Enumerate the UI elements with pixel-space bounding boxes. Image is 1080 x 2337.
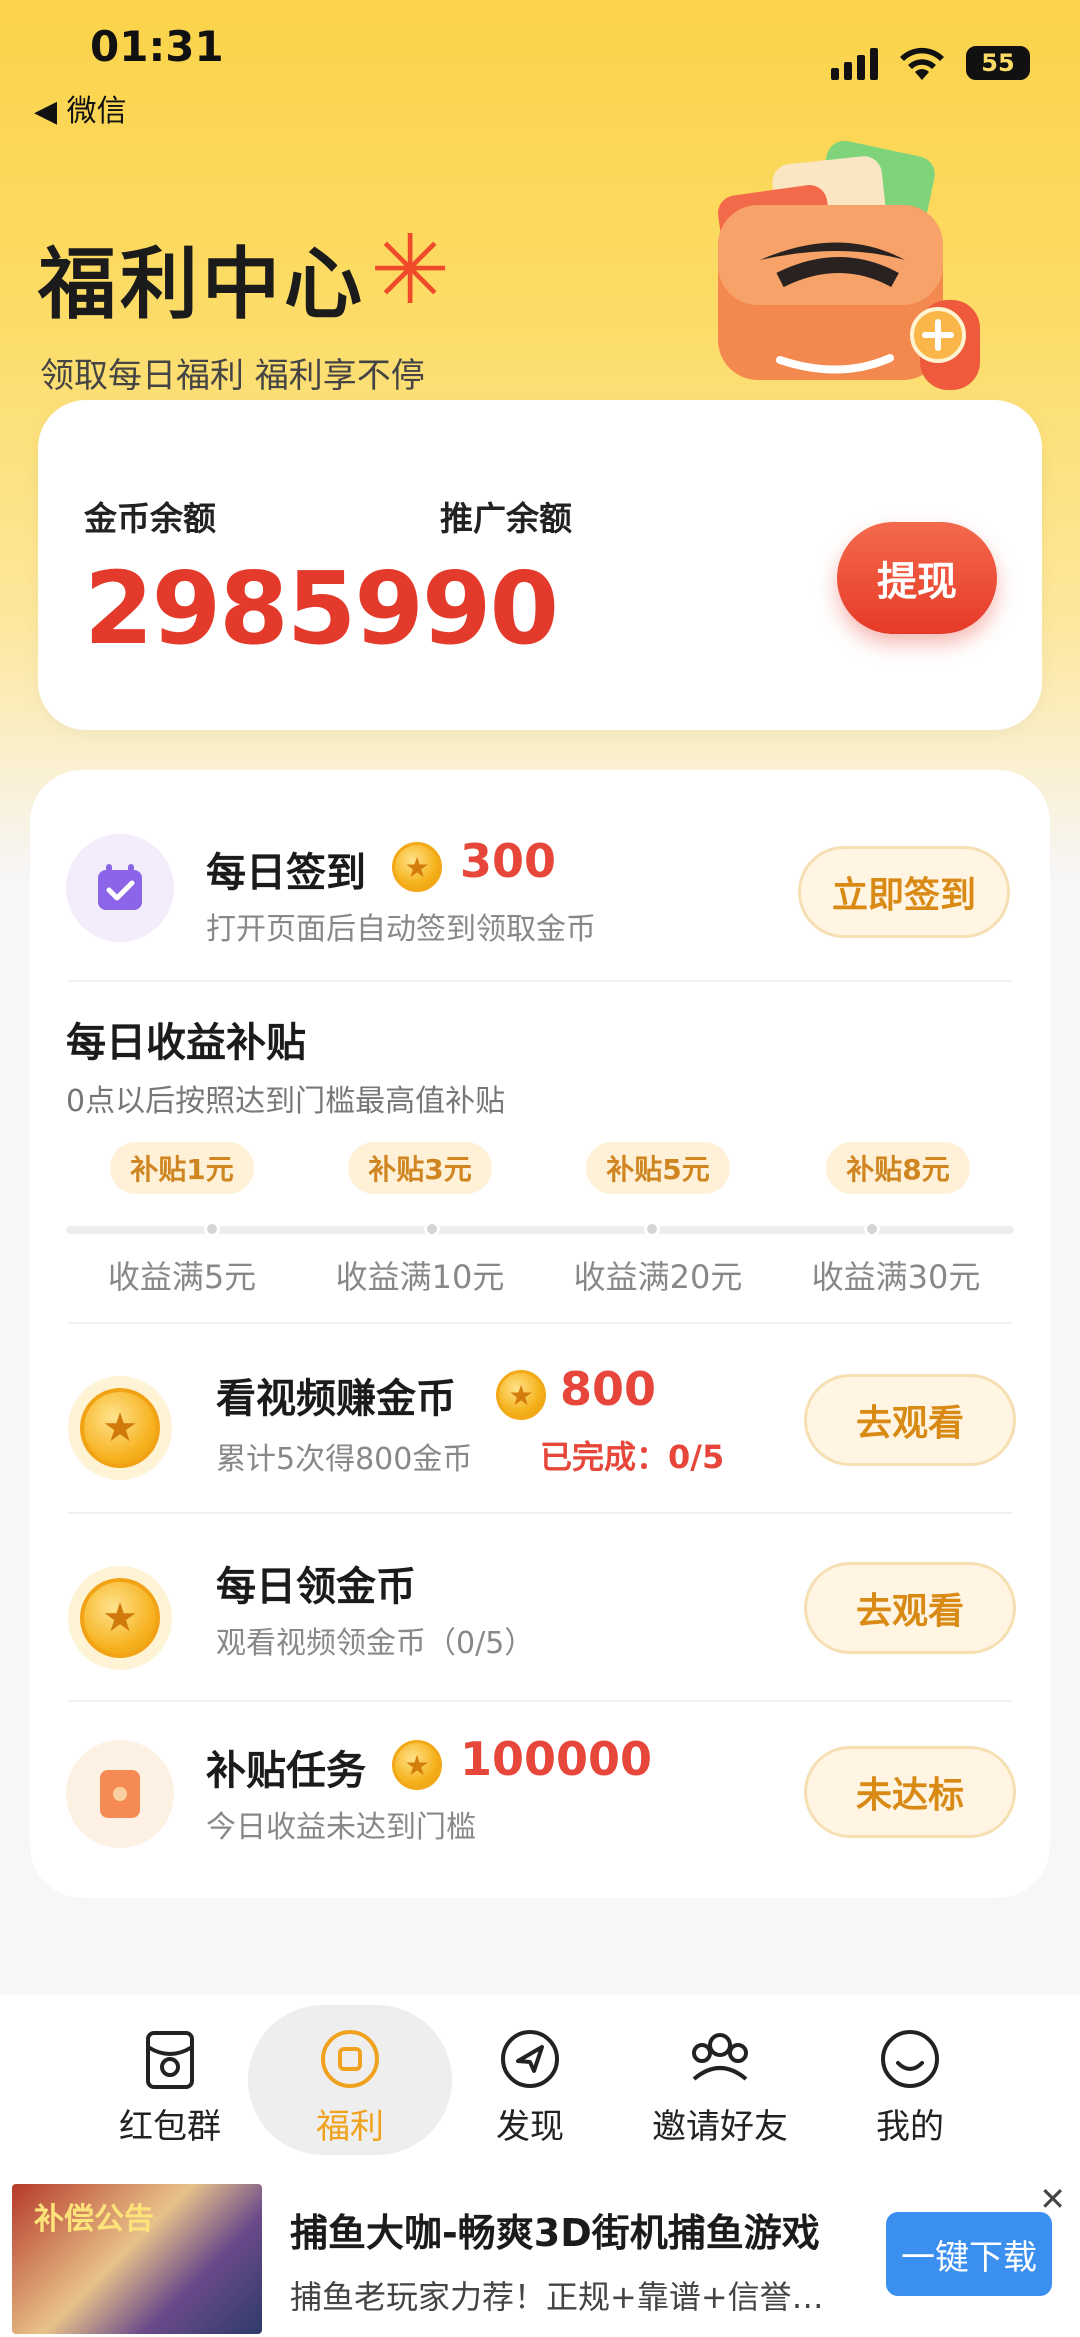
ad-banner[interactable]: 补偿公告 捕鱼大咖-畅爽3D街机捕鱼游戏 捕鱼老玩家力荐！正规+靠谱+信誉… 一… [0,2180,1080,2337]
calendar-icon [98,864,142,910]
track-dot [424,1221,440,1237]
tier-label: 收益满5元 [107,1258,257,1296]
nav-item-red-packet-group[interactable]: 红包群 [90,2005,250,2155]
divider [68,1512,1012,1514]
coin-icon: ★ [80,1578,160,1658]
nav-label: 福利 [316,2107,384,2147]
daily-coin-watch-button[interactable]: 去观看 [804,1562,1016,1654]
tier-label: 收益满30元 [811,1258,981,1296]
signal-icon [831,46,878,80]
track-dot [864,1221,880,1237]
ad-image-text: 补偿公告 [34,2202,154,2237]
promo-balance-label: 推广余额 [440,499,572,538]
divider [68,1322,1012,1324]
page-subtitle: 领取每日福利 福利享不停 [40,356,425,396]
track-dot [204,1221,220,1237]
status-icons: 55 [831,44,1030,82]
coin-icon: ★ [392,842,442,892]
nav-item-discover[interactable]: 发现 [450,2005,610,2155]
subsidy-task-reward: 100000 [460,1732,653,1786]
checkin-title: 每日签到 [206,850,366,896]
video-task-title: 看视频赚金币 [216,1376,456,1422]
coin-icon: ★ [496,1370,546,1420]
withdraw-button[interactable]: 提现 [837,522,997,634]
video-task-subtitle: 累计5次得800金币 [216,1442,473,1477]
nav-label: 邀请好友 [652,2107,788,2147]
tier-badge: 补贴3元 [348,1142,492,1194]
subsidy-title: 每日收益补贴 [66,1020,306,1066]
asterisk-icon: ✳ [370,214,451,326]
divider [68,980,1012,982]
subsidy-subtitle: 0点以后按照达到门槛最高值补贴 [66,1084,506,1119]
daily-coin-title: 每日领金币 [216,1564,416,1610]
wifi-icon [900,47,944,80]
page-title: 福利中心 [38,240,367,330]
back-to-wechat-link[interactable]: ◀ 微信 [34,86,127,130]
checkin-icon-wrap [66,834,174,942]
nav-label: 发现 [496,2107,564,2147]
track-dot [644,1221,660,1237]
tier-badge: 补贴8元 [826,1142,970,1194]
divider [68,1700,1012,1702]
video-task-reward: 800 [560,1362,657,1416]
subsidy-task-title: 补贴任务 [206,1748,366,1794]
invite-icon [692,2033,748,2081]
tier-badge: 补贴5元 [586,1142,730,1194]
welfare-icon [321,2030,379,2088]
bottom-nav: 红包群 福利 发现 邀请好友 我的 [0,1995,1080,2180]
ad-title: 捕鱼大咖-畅爽3D街机捕鱼游戏 [290,2211,820,2255]
ad-subtitle: 捕鱼老玩家力荐！正规+靠谱+信誉… [290,2278,824,2316]
discover-icon [501,2030,559,2088]
tier-badge: 补贴1元 [110,1142,254,1194]
subsidy-task-button[interactable]: 未达标 [804,1746,1016,1838]
nav-label: 红包群 [119,2107,221,2147]
ad-image: 补偿公告 [12,2184,262,2334]
nav-item-profile[interactable]: 我的 [830,2005,990,2155]
nav-label: 我的 [876,2107,944,2147]
coin-balance-label: 金币余额 [84,499,216,538]
wallet-icon [717,140,980,390]
balance-card: 金币余额 推广余额 2985990 提现 [38,400,1042,730]
balance-value: 2985990 [84,550,559,667]
task-card: 每日签到 ★ 300 打开页面后自动签到领取金币 立即签到 每日收益补贴 0点以… [30,770,1050,1898]
daily-coin-icon-wrap: ★ [66,1564,174,1672]
checkin-reward: 300 [460,834,557,888]
checkin-subtitle: 打开页面后自动签到领取金币 [206,912,596,947]
checkin-button[interactable]: 立即签到 [798,846,1010,938]
status-time: 01:31 [90,22,224,71]
subsidy-task-icon-wrap [66,1740,174,1848]
coin-icon: ★ [80,1388,160,1468]
ad-download-button[interactable]: 一键下载 [886,2212,1052,2296]
profile-icon [881,2030,939,2088]
watch-video-button[interactable]: 去观看 [804,1374,1016,1466]
coin-icon: ★ [392,1740,442,1790]
daily-coin-subtitle: 观看视频领金币（0/5） [216,1626,535,1661]
video-task-progress: 已完成：0/5 [540,1438,725,1476]
red-packet-icon [146,2031,194,2089]
nav-item-invite-friends[interactable]: 邀请好友 [640,2005,800,2155]
tier-label: 收益满10元 [335,1258,505,1296]
close-icon[interactable]: ✕ [1039,2180,1066,2218]
red-envelope-icon [100,1770,140,1818]
subsidy-task-subtitle: 今日收益未达到门槛 [206,1810,476,1845]
battery-icon: 55 [966,46,1030,80]
video-coin-icon-wrap: ★ [66,1374,174,1482]
nav-item-welfare[interactable]: 福利 [270,2005,430,2155]
tier-label: 收益满20元 [573,1258,743,1296]
